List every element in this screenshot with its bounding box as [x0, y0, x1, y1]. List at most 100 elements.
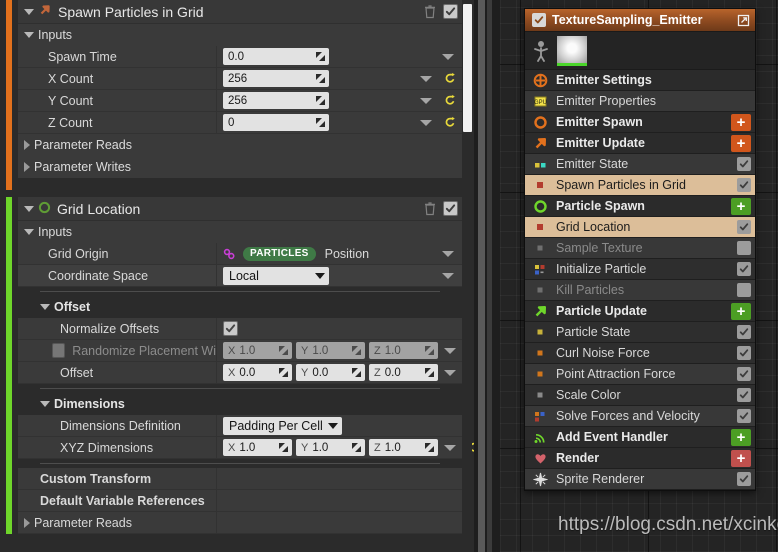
group-offset[interactable]: Offset	[18, 296, 462, 318]
row-options-caret[interactable]	[444, 347, 456, 354]
emitter-title-bar[interactable]: TextureSampling_Emitter	[525, 9, 755, 32]
spinner-icon[interactable]	[424, 345, 435, 356]
delete-icon[interactable]	[423, 4, 437, 19]
property-row-y-count[interactable]: Y Count 256	[18, 90, 462, 112]
splitter-scrollbar-track[interactable]	[487, 0, 492, 552]
normalize-offsets-checkbox[interactable]	[223, 321, 238, 336]
property-row-dimensions-definition[interactable]: Dimensions Definition Padding Per Cell	[18, 415, 462, 437]
spawn-time-input[interactable]: 0.0	[223, 48, 329, 65]
stack-row-emitter-state[interactable]: Emitter State	[525, 154, 755, 175]
property-row-x-count[interactable]: X Count 256	[18, 68, 462, 90]
property-row-spawn-time[interactable]: Spawn Time 0.0	[18, 46, 462, 68]
stack-row-add-event-handler[interactable]: Add Event Handler +	[525, 427, 755, 448]
local-space-person-icon[interactable]	[533, 40, 549, 62]
x-count-input[interactable]: 256	[223, 70, 329, 87]
reset-to-default-icon[interactable]	[444, 72, 456, 85]
spinner-icon[interactable]	[315, 95, 326, 106]
offset-x-input[interactable]: X 0.0	[223, 364, 292, 381]
splitter-scrollbar-thumb[interactable]	[478, 0, 485, 552]
module-enabled-checkbox[interactable]	[737, 367, 751, 381]
section-parameter-writes[interactable]: Parameter Writes	[18, 156, 462, 178]
section-inputs[interactable]: Inputs	[18, 221, 462, 243]
chevron-right-icon[interactable]	[24, 140, 30, 150]
row-options-caret[interactable]	[442, 250, 454, 257]
section-parameter-reads[interactable]: Parameter Reads	[18, 134, 462, 156]
offset-y-input[interactable]: Y 0.0	[296, 364, 365, 381]
row-options-caret[interactable]	[442, 53, 454, 60]
add-renderer-button[interactable]: +	[731, 449, 751, 467]
module-enabled-checkbox[interactable]	[737, 325, 751, 339]
property-row-randomize-placement[interactable]: Randomize Placement Wi X 1.0 Y 1.0 Z 1.0	[18, 340, 462, 362]
property-row-z-count[interactable]: Z Count 0	[18, 112, 462, 134]
chevron-down-icon[interactable]	[40, 401, 50, 407]
module-header[interactable]: Spawn Particles in Grid	[18, 0, 462, 24]
emitter-stack-graph[interactable]: TextureSampling_Emitter Emitter Settings	[500, 0, 778, 552]
stack-row-particle-update[interactable]: Particle Update +	[525, 301, 755, 322]
module-enabled-checkbox[interactable]	[443, 201, 458, 216]
add-module-button[interactable]: +	[731, 113, 751, 131]
section-parameter-reads[interactable]: Parameter Reads	[18, 512, 462, 534]
stack-row-solve-forces-and-velocity[interactable]: Solve Forces and Velocity	[525, 406, 755, 427]
spinner-icon[interactable]	[278, 345, 289, 356]
module-details-panel[interactable]: Spawn Particles in Grid Inputs Spawn Tim…	[0, 0, 474, 552]
open-in-new-icon[interactable]	[737, 14, 750, 27]
z-count-input[interactable]: 0	[223, 114, 329, 131]
stack-row-particle-spawn[interactable]: Particle Spawn +	[525, 196, 755, 217]
spinner-icon[interactable]	[351, 367, 362, 378]
stack-row-emitter-settings[interactable]: Emitter Settings	[525, 70, 755, 91]
emitter-node[interactable]: TextureSampling_Emitter Emitter Settings	[524, 8, 756, 491]
chevron-down-icon[interactable]	[40, 304, 50, 310]
spinner-icon[interactable]	[424, 442, 435, 453]
chevron-right-icon[interactable]	[24, 517, 30, 528]
row-options-caret[interactable]	[442, 272, 454, 279]
stack-row-emitter-properties[interactable]: GPU Emitter Properties	[525, 91, 755, 112]
row-options-caret[interactable]	[444, 369, 456, 376]
stack-row-sample-texture[interactable]: Sample Texture	[525, 238, 755, 259]
add-module-button[interactable]: +	[731, 302, 751, 320]
row-options-caret[interactable]	[420, 75, 432, 82]
chevron-down-icon[interactable]	[24, 205, 34, 212]
property-row-normalize-offsets[interactable]: Normalize Offsets	[18, 318, 462, 340]
stack-row-spawn-particles-in-grid[interactable]: Spawn Particles in Grid	[525, 175, 755, 196]
property-row-offset[interactable]: Offset X 0.0 Y 0.0 Z 0.0	[18, 362, 462, 384]
coordinate-space-dropdown[interactable]: Local	[223, 266, 329, 285]
xyz-dimensions-x-input[interactable]: X 1.0	[223, 439, 292, 456]
spinner-icon[interactable]	[351, 442, 362, 453]
module-enabled-checkbox[interactable]	[737, 409, 751, 423]
dimensions-definition-dropdown[interactable]: Padding Per Cell	[223, 416, 342, 435]
stack-row-kill-particles[interactable]: Kill Particles	[525, 280, 755, 301]
randomize-x-input[interactable]: X 1.0	[223, 342, 292, 359]
module-enabled-checkbox[interactable]	[737, 178, 751, 192]
property-row-coordinate-space[interactable]: Coordinate Space Local	[18, 265, 462, 287]
property-row-default-variable-references[interactable]: Default Variable References	[18, 490, 462, 512]
module-enabled-checkbox[interactable]	[737, 220, 751, 234]
spinner-icon[interactable]	[315, 73, 326, 84]
sprite-thumbnail-icon[interactable]	[557, 35, 587, 66]
emitter-enabled-checkbox[interactable]	[532, 13, 546, 27]
module-enabled-checkbox[interactable]	[443, 4, 458, 19]
module-enabled-checkbox[interactable]	[737, 283, 751, 297]
reset-to-default-icon[interactable]	[444, 94, 456, 107]
stack-row-grid-location[interactable]: Grid Location	[525, 217, 755, 238]
module-enabled-checkbox[interactable]	[737, 346, 751, 360]
add-event-handler-button[interactable]: +	[731, 428, 751, 446]
randomize-z-input[interactable]: Z 1.0	[369, 342, 438, 359]
row-options-caret[interactable]	[420, 97, 432, 104]
chevron-down-icon[interactable]	[24, 8, 34, 15]
randomize-placement-checkbox[interactable]	[52, 343, 66, 358]
stack-row-emitter-spawn[interactable]: Emitter Spawn +	[525, 112, 755, 133]
stack-row-particle-state[interactable]: Particle State	[525, 322, 755, 343]
stack-row-sprite-renderer[interactable]: Sprite Renderer	[525, 469, 755, 490]
randomize-y-input[interactable]: Y 1.0	[296, 342, 365, 359]
stack-row-point-attraction-force[interactable]: Point Attraction Force	[525, 364, 755, 385]
y-count-input[interactable]: 256	[223, 92, 329, 109]
stack-row-emitter-update[interactable]: Emitter Update +	[525, 133, 755, 154]
xyz-dimensions-y-input[interactable]: Y 1.0	[296, 439, 365, 456]
chevron-down-icon[interactable]	[24, 229, 34, 235]
reset-to-default-icon[interactable]	[444, 116, 456, 129]
xyz-dimensions-z-input[interactable]: Z 1.0	[369, 439, 438, 456]
spinner-icon[interactable]	[315, 117, 326, 128]
add-module-button[interactable]: +	[731, 197, 751, 215]
group-dimensions[interactable]: Dimensions	[18, 393, 462, 415]
chevron-right-icon[interactable]	[24, 162, 30, 172]
